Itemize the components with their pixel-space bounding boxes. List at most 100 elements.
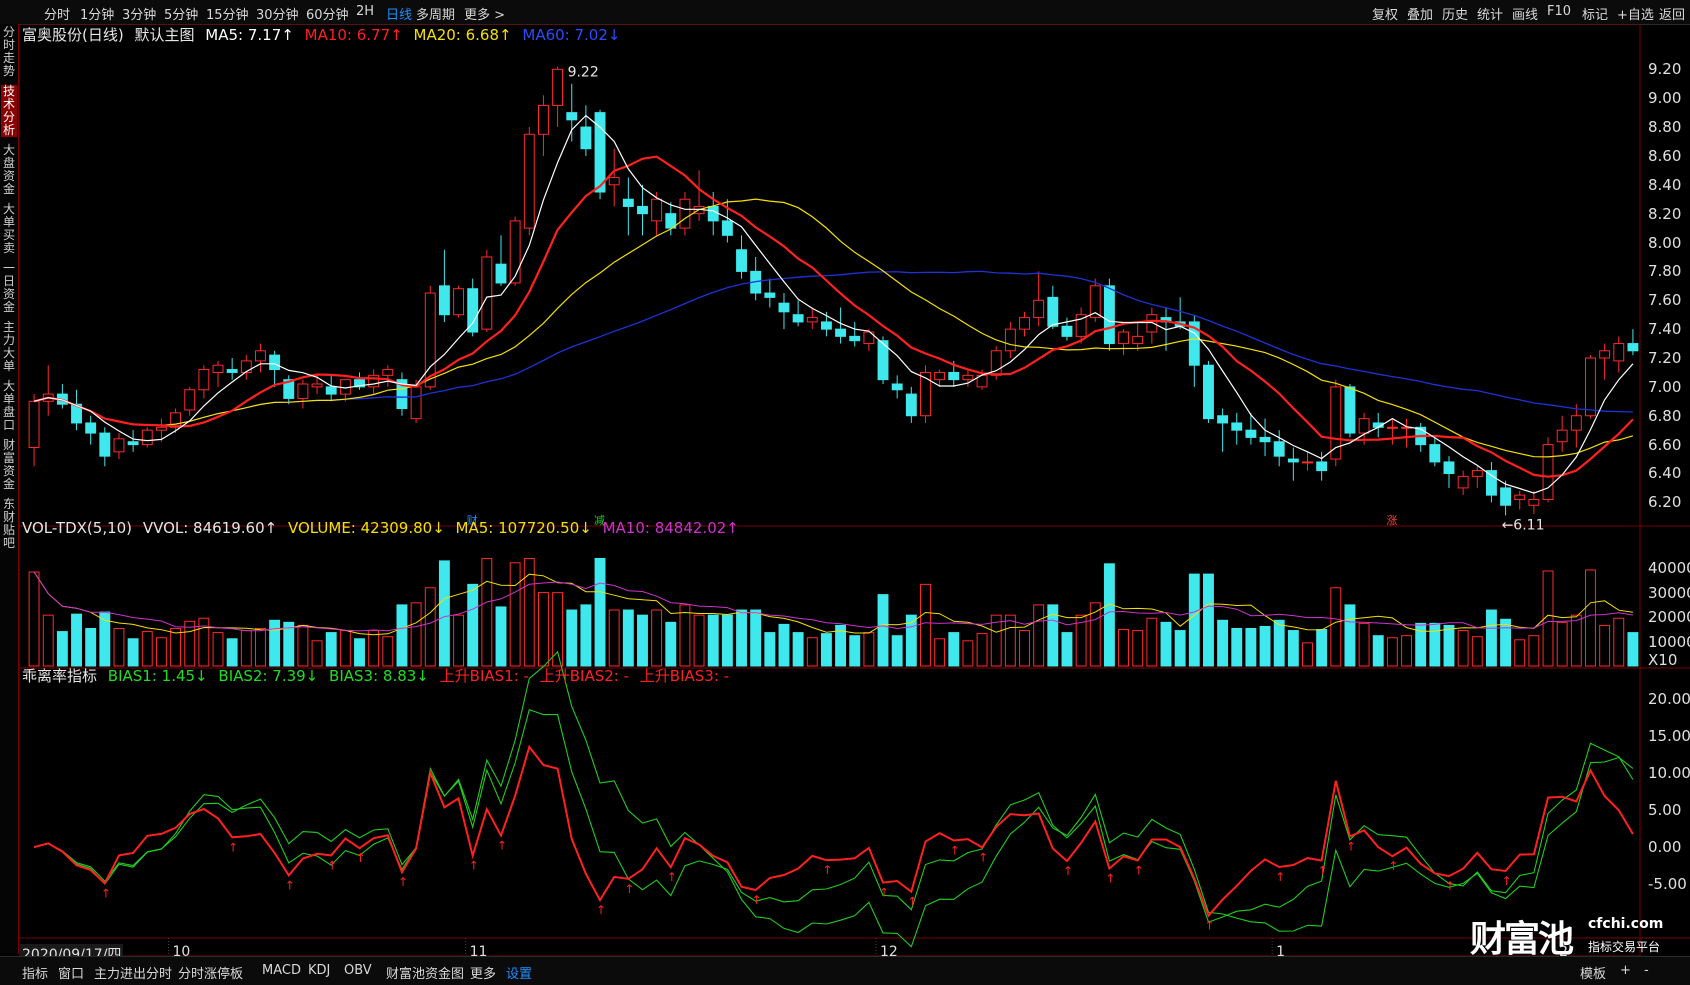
bottom-right-2[interactable]: - <box>1644 963 1649 978</box>
volume-bar <box>1485 609 1497 667</box>
candle-body <box>1259 436 1271 443</box>
stock-title[interactable]: 富奥股份(日线) <box>22 26 124 44</box>
toolbar-right-1[interactable]: 叠加 <box>1407 4 1433 23</box>
candle-body <box>1344 386 1356 434</box>
indicator-tab-6[interactable]: OBV <box>344 963 372 978</box>
volume-bar <box>255 628 266 667</box>
buy-arrow: ↑ <box>1502 874 1512 888</box>
candle-body <box>1004 328 1016 352</box>
low-annotation: ←6.11 <box>1502 517 1545 533</box>
volume-axis-label: 40000 <box>1648 559 1690 578</box>
period-tab-0[interactable]: 分时 <box>44 4 70 23</box>
bias3-line <box>33 650 1634 948</box>
side-tab-4[interactable]: 一日资金 <box>1 262 17 314</box>
candle-body <box>1273 441 1285 457</box>
candle-body <box>962 374 974 381</box>
side-tab-7[interactable]: 财富资金 <box>1 439 17 491</box>
volume-bar <box>1627 632 1639 667</box>
toolbar-right-2[interactable]: 历史 <box>1442 4 1468 23</box>
indicator-tab-2[interactable]: 主力进出分时 <box>94 963 172 982</box>
vol-indicator-name[interactable]: VOL-TDX(5,10) <box>22 519 132 537</box>
side-tab-0[interactable]: 分时走势 <box>1 26 17 78</box>
period-tab-2[interactable]: 3分钟 <box>122 4 156 23</box>
toolbar-right-4[interactable]: 画线 <box>1512 4 1538 23</box>
candle-body <box>1556 429 1568 443</box>
candle-body <box>424 292 436 388</box>
bottom-right-0[interactable]: 模板 <box>1580 963 1606 982</box>
period-toolbar: 分时 1分钟 3分钟 5分钟 15分钟 30分钟 60分钟 2H 日线 多周期 更多 > 复权 叠加历… <box>0 0 1690 25</box>
side-tab-2[interactable]: 大盘资金 <box>1 144 17 196</box>
volume-bar <box>1245 628 1257 667</box>
candle-body <box>1132 335 1144 345</box>
price-axis-label: 7.00 <box>1648 377 1682 396</box>
vol-ma10-value: MA10: 84842.02↑ <box>602 519 739 537</box>
indicator-tab-4[interactable]: MACD <box>262 963 301 978</box>
template-label[interactable]: 默认主图 <box>135 26 195 44</box>
volume-bar <box>226 638 238 667</box>
candle-body <box>467 288 479 333</box>
indicator-tab-5[interactable]: KDJ <box>308 963 330 978</box>
side-tab-8[interactable]: 东财贴吧 <box>1 498 17 550</box>
volume-bar <box>438 560 450 667</box>
toolbar-right-5[interactable]: F10 <box>1547 4 1571 19</box>
side-tab-1[interactable]: 技术分析 <box>1 85 17 137</box>
candle-body <box>368 374 380 388</box>
bottom-right-1[interactable]: + <box>1620 963 1631 978</box>
kline-chart[interactable]: 9.22←6.11财减涨↑↑↑↑↑↑↑↑↑↑↑↑↑↑↑↑ ↑↑↑↑↑↑ ↑↑↑↑ ↑ <box>19 24 1690 956</box>
period-tab-7[interactable]: 2H <box>356 4 374 19</box>
period-tab-6[interactable]: 60分钟 <box>306 4 349 23</box>
toolbar-right-3[interactable]: 统计 <box>1477 4 1503 23</box>
indicator-tab-8[interactable]: 更多 <box>470 963 496 982</box>
candle-body <box>1471 470 1483 477</box>
volume-bar <box>750 609 762 667</box>
toolbar-right-0[interactable]: 复权 <box>1372 4 1398 23</box>
volume-bar <box>1217 619 1229 667</box>
bias-indicator-name[interactable]: 乖离率指标 <box>22 667 97 685</box>
volume-bar <box>1302 642 1313 667</box>
ma20-value: MA20: 6.68↑ <box>413 26 512 44</box>
period-tab-8[interactable]: 日线 <box>386 4 412 23</box>
volume-bar <box>1160 621 1172 667</box>
indicator-tab-9[interactable]: 设置 <box>506 963 532 982</box>
price-axis-label: 8.40 <box>1648 175 1682 194</box>
bias-axis-label: 20.00 <box>1648 689 1690 708</box>
buy-arrow: ↑ <box>1204 919 1214 933</box>
candle-body <box>1500 487 1512 506</box>
volume-bar <box>679 604 691 667</box>
period-tab-1[interactable]: 1分钟 <box>80 4 114 23</box>
volume-bar <box>325 632 337 667</box>
indicator-tab-7[interactable]: 财富池资金图 <box>386 963 464 982</box>
indicator-tab-1[interactable]: 窗口 <box>58 963 84 982</box>
toolbar-right-8[interactable]: 返回 <box>1659 4 1685 23</box>
indicator-tab-3[interactable]: 分时涨停板 <box>178 963 243 982</box>
volume-bar <box>509 562 521 667</box>
buy-arrow: ↑ <box>398 875 408 889</box>
price-axis-label: 7.40 <box>1648 320 1682 339</box>
candle-body <box>679 198 691 229</box>
toolbar-right-7[interactable]: +自选 <box>1617 4 1654 23</box>
period-tab-4[interactable]: 15分钟 <box>206 4 249 23</box>
candle-body <box>566 112 578 121</box>
candle-body <box>85 422 97 434</box>
side-tab-6[interactable]: 大单盘口 <box>1 380 17 432</box>
period-tab-10[interactable]: 更多 > <box>464 4 505 23</box>
volume-bar <box>28 571 40 667</box>
volume-axis-label: X10 <box>1648 651 1678 669</box>
volume-bar <box>42 614 54 667</box>
candle-body <box>651 198 663 222</box>
period-tab-5[interactable]: 30分钟 <box>256 4 299 23</box>
candle-body <box>255 350 266 362</box>
candle-body <box>325 386 337 395</box>
candle-body <box>1061 325 1073 337</box>
volume-axis-label: 30000 <box>1648 583 1690 602</box>
candle-body <box>934 371 946 381</box>
volume-bar <box>1287 630 1299 667</box>
period-tab-9[interactable]: 多周期 <box>416 4 455 23</box>
indicator-tab-0[interactable]: 指标 <box>22 963 48 982</box>
toolbar-right-6[interactable]: 标记 <box>1582 4 1608 23</box>
period-tab-3[interactable]: 5分钟 <box>164 4 198 23</box>
buy-arrow: ↑ <box>497 839 507 853</box>
side-tab-3[interactable]: 大单买卖 <box>1 203 17 255</box>
side-tab-5[interactable]: 主力大单 <box>1 321 17 373</box>
volume-bar <box>1372 635 1384 667</box>
